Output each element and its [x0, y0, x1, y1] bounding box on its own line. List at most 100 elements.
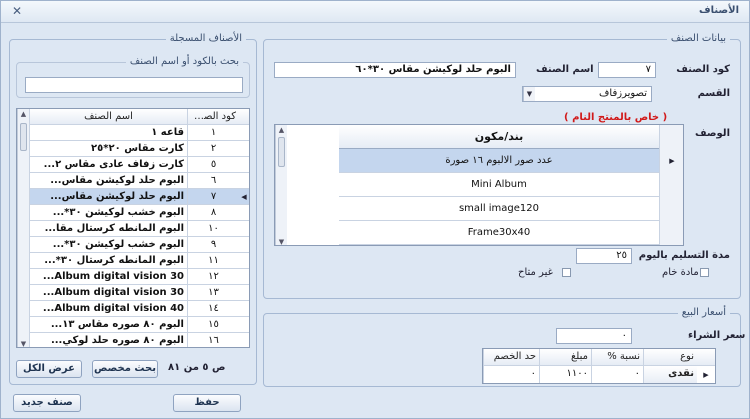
table-row[interactable]: البوم حلد لوكيشن مقاس... ٧ ◀: [29, 189, 249, 205]
table-row[interactable]: البوم خشب لوكيشن ٣٠*... ٨: [29, 205, 249, 221]
search-group: بحث بالكود أو اسم الصنف: [16, 56, 250, 98]
item-name-cell: كارت زفاف عادى مقاس ٢...: [29, 157, 187, 173]
final-product-note: ( خاص بالمنتج النام ): [564, 112, 668, 123]
item-code-cell: ١٠: [187, 221, 239, 237]
item-name-cell: Album digital vision 30...: [29, 285, 187, 301]
table-row[interactable]: البوم ٨٠ صوره حلد لوكي... ١٦: [29, 333, 249, 347]
table-row[interactable]: Album digital vision 40... ١٤: [29, 301, 249, 317]
discount-limit-cell[interactable]: ٠: [483, 366, 539, 383]
scroll-down-icon[interactable]: ▼: [276, 237, 287, 245]
search-legend: بحث بالكود أو اسم الصنف: [125, 56, 243, 67]
item-name-cell: البوم حلد لوكيشن مقاس...: [29, 173, 187, 189]
col-item-name: اسم الصنف: [29, 109, 187, 125]
table-row[interactable]: البوم المانطه كرستال مقا... ١٠: [29, 221, 249, 237]
item-name-cell: كارت مقاس ٢٠*٢٥: [29, 141, 187, 157]
item-data-group: بيانات الصنف كود الصنف ٧ اسم الصنف البوم…: [263, 33, 741, 299]
table-row[interactable]: كارت زفاف عادى مقاس ٢... ٥: [29, 157, 249, 173]
percent-cell[interactable]: ٠: [591, 366, 643, 383]
item-name-cell: البوم المانطه كرستال ٣٠*...: [29, 253, 187, 269]
delivery-days-input[interactable]: ٢٥: [576, 248, 632, 264]
item-code-input[interactable]: ٧: [598, 62, 656, 78]
component-cell: small image120: [458, 203, 540, 214]
new-item-button[interactable]: صنف جديد: [13, 394, 81, 412]
item-code-cell: ٦: [187, 173, 239, 189]
category-label: القسم: [697, 88, 730, 99]
item-code-cell: ١٢: [187, 269, 239, 285]
col-item-code: كود الصنف: [187, 109, 239, 125]
items-list-group: الأصناف المسجلة بحث بالكود أو اسم الصنف …: [9, 33, 257, 385]
list-item[interactable]: Mini Album: [339, 173, 659, 197]
table-row[interactable]: Album digital vision 30... ١٢: [29, 269, 249, 285]
table-row[interactable]: قاعه ١١: [29, 125, 249, 141]
category-select[interactable]: تصويرزفاف: [522, 86, 652, 102]
scroll-down-icon[interactable]: ▼: [18, 339, 29, 347]
item-name-cell: البوم ٨٠ صوره حلد لوكي...: [29, 333, 187, 347]
item-code-cell: ١٦: [187, 333, 239, 347]
item-name-cell: Album digital vision 30...: [29, 269, 187, 285]
table-row[interactable]: كارت مقاس ٢٠*٢٥ ٢: [29, 141, 249, 157]
delivery-days-label: مدة التسليم باليوم: [638, 250, 730, 261]
scroll-thumb[interactable]: [20, 123, 27, 151]
save-button[interactable]: حفظ: [173, 394, 241, 412]
col-amount: مبلغ: [539, 349, 591, 365]
current-row-icon: ◀: [241, 193, 247, 201]
items-list-legend: الأصناف المسجلة: [165, 33, 246, 44]
raw-material-checkbox[interactable]: [700, 268, 709, 277]
description-label: الوصف: [694, 128, 730, 139]
col-type: نوع: [643, 349, 697, 365]
current-row-icon: ▶: [669, 157, 675, 165]
table-row[interactable]: البوم خشب لوكيشن ٣٠*... ٩: [29, 237, 249, 253]
item-name-cell: Album digital vision 40...: [29, 301, 187, 317]
prices-row[interactable]: ٠ ١١٠٠ ٠ نقدى ▶: [483, 366, 715, 383]
table-row[interactable]: Album digital vision 30... ١٣: [29, 285, 249, 301]
chevron-down-icon[interactable]: ▼: [523, 87, 535, 101]
scroll-up-icon[interactable]: ▲: [18, 109, 29, 119]
components-table: ▲ ▼ ▶ بند/مكون عدد صور الالبوم ١٦ صورة Mi…: [274, 124, 684, 246]
list-item[interactable]: عدد صور الالبوم ١٦ صورة: [339, 149, 659, 173]
raw-material-label: مادة خام: [662, 267, 699, 278]
item-code-cell: ١٣: [187, 285, 239, 301]
purchase-price-label: سعر الشراء: [688, 330, 746, 341]
close-icon[interactable]: ✕: [9, 3, 25, 19]
item-code-cell: ١٤: [187, 301, 239, 317]
list-item[interactable]: Frame30x40: [339, 221, 659, 245]
items-table-body: اسم الصنف كود الصنف قاعه ١ ١ كارت مقاس ٢٠*٢٥…: [29, 109, 249, 347]
components-scrollbar[interactable]: ▲ ▼: [275, 125, 287, 245]
unavailable-label: غير متاح: [518, 267, 553, 278]
item-code-cell: ١٥: [187, 317, 239, 333]
item-name-label: اسم الصنف: [536, 64, 594, 75]
item-code-cell: ٢: [187, 141, 239, 157]
table-row[interactable]: البوم حلد لوكيشن مقاس... ٦: [29, 173, 249, 189]
item-code-label: كود الصنف: [676, 64, 730, 75]
title-bar: ✕ الأصناف: [1, 1, 749, 23]
component-cell: عدد صور الالبوم ١٦ صورة: [445, 155, 553, 166]
amount-cell[interactable]: ١١٠٠: [539, 366, 591, 383]
item-data-legend: بيانات الصنف: [666, 33, 730, 44]
prices-header-row: حد الخصم مبلغ نسبة % نوع: [483, 349, 715, 366]
item-name-cell: قاعه ١: [29, 125, 187, 141]
components-header: بند/مكون: [339, 125, 659, 149]
item-name-cell: البوم ٨٠ صوره مقاس ١٣...: [29, 317, 187, 333]
item-code-cell: ٧: [187, 189, 239, 205]
search-input[interactable]: [25, 77, 243, 93]
sales-prices-group: أسعار البيع سعر الشراء ٠ حد الخصم مبلغ ن…: [263, 307, 745, 387]
items-table: ▲ ▼ اسم الصنف كود الصنف قاعه ١ ١ كارت مقاس ٢…: [16, 108, 250, 348]
item-name-cell: البوم حلد لوكيشن مقاس...: [29, 189, 187, 205]
item-code-cell: ٨: [187, 205, 239, 221]
row-indicator-column: ▶: [659, 125, 683, 245]
table-row[interactable]: البوم ٨٠ صوره مقاس ١٣... ١٥: [29, 317, 249, 333]
table-row[interactable]: البوم المانطه كرستال ٣٠*... ١١: [29, 253, 249, 269]
window-title: الأصناف: [699, 5, 739, 16]
purchase-price-input[interactable]: ٠: [556, 328, 632, 344]
custom-search-button[interactable]: بحث مخصص: [92, 360, 158, 378]
scroll-thumb[interactable]: [278, 137, 285, 167]
list-item[interactable]: small image120: [339, 197, 659, 221]
unavailable-checkbox[interactable]: [562, 268, 571, 277]
col-percent: نسبة %: [591, 349, 643, 365]
item-code-cell: ١: [187, 125, 239, 141]
items-scrollbar[interactable]: ▲ ▼: [17, 109, 29, 347]
item-name-input[interactable]: البوم حلد لوكيشن مقاس ٣٠*٦٠: [274, 62, 516, 78]
col-discount-limit: حد الخصم: [483, 349, 539, 365]
show-all-button[interactable]: عرض الكل: [16, 360, 82, 378]
scroll-up-icon[interactable]: ▲: [276, 125, 287, 135]
